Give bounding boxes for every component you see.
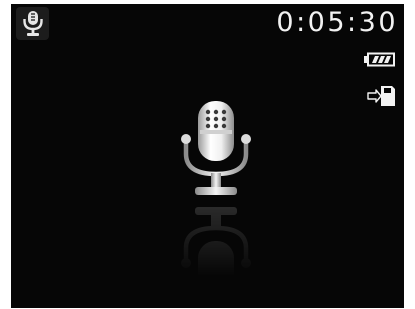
studio-microphone-reflection-icon — [181, 207, 251, 301]
studio-microphone-icon — [181, 101, 251, 195]
microphone-reflection — [180, 199, 252, 303]
battery-indicator — [364, 52, 396, 71]
camera-screen: 0:05:30 — [11, 4, 404, 308]
elapsed-time: 0:05:30 — [276, 7, 398, 38]
microphone-graphic — [180, 99, 252, 203]
battery-full-icon — [364, 52, 395, 67]
recording-mode-badge[interactable] — [16, 7, 49, 40]
microphone-icon — [22, 11, 43, 36]
storage-indicator — [367, 85, 397, 111]
memory-card-icon — [367, 86, 395, 106]
